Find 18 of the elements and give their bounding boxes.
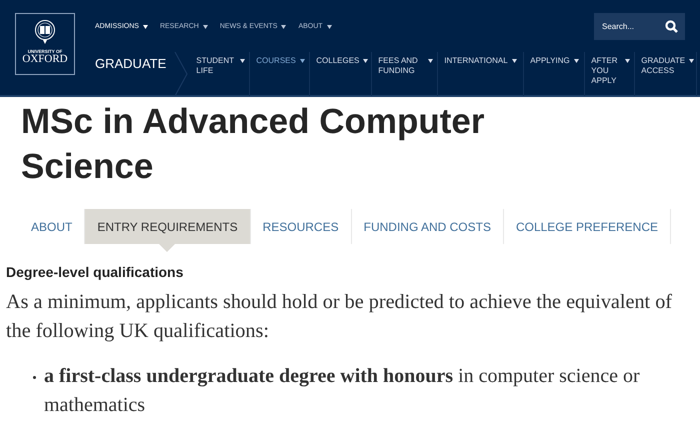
tab[interactable]: FUNDING AND COSTS [352, 209, 504, 244]
main-nav-link[interactable]: APPLYING [524, 52, 586, 96]
main-nav-link[interactable]: FEES AND FUNDING [372, 52, 438, 96]
section-heading: Degree-level qualifications [6, 264, 184, 280]
main-nav-link[interactable]: GRADUATE ACCESS [635, 52, 698, 96]
tab[interactable]: RESOURCES [250, 209, 352, 244]
page-title: MSc in Advanced Computer Science [21, 101, 486, 188]
section-title[interactable]: GRADUATE [95, 52, 166, 96]
main-nav-link[interactable]: STUDENT LIFE [190, 52, 250, 96]
logo-wordmark: OXFORD [22, 54, 68, 65]
main-nav-link[interactable]: AFTER YOU APPLY [585, 52, 636, 96]
main-nav-link[interactable]: COLLEGES [310, 52, 372, 96]
list-item: a first-class undergraduate degree with honours in computer science or mathematics [44, 364, 641, 418]
search-field[interactable]: Search... [594, 13, 685, 40]
tab[interactable]: COLLEGE PREFERENCE [504, 209, 671, 244]
main-nav-link[interactable]: INTERNATIONAL [438, 52, 524, 96]
main-nav-link[interactable]: COURSES [250, 52, 310, 96]
intro-paragraph: As a minimum, applicants should hold or be predicted to achieve the equivalent of the following UK qualifications: [6, 290, 674, 344]
